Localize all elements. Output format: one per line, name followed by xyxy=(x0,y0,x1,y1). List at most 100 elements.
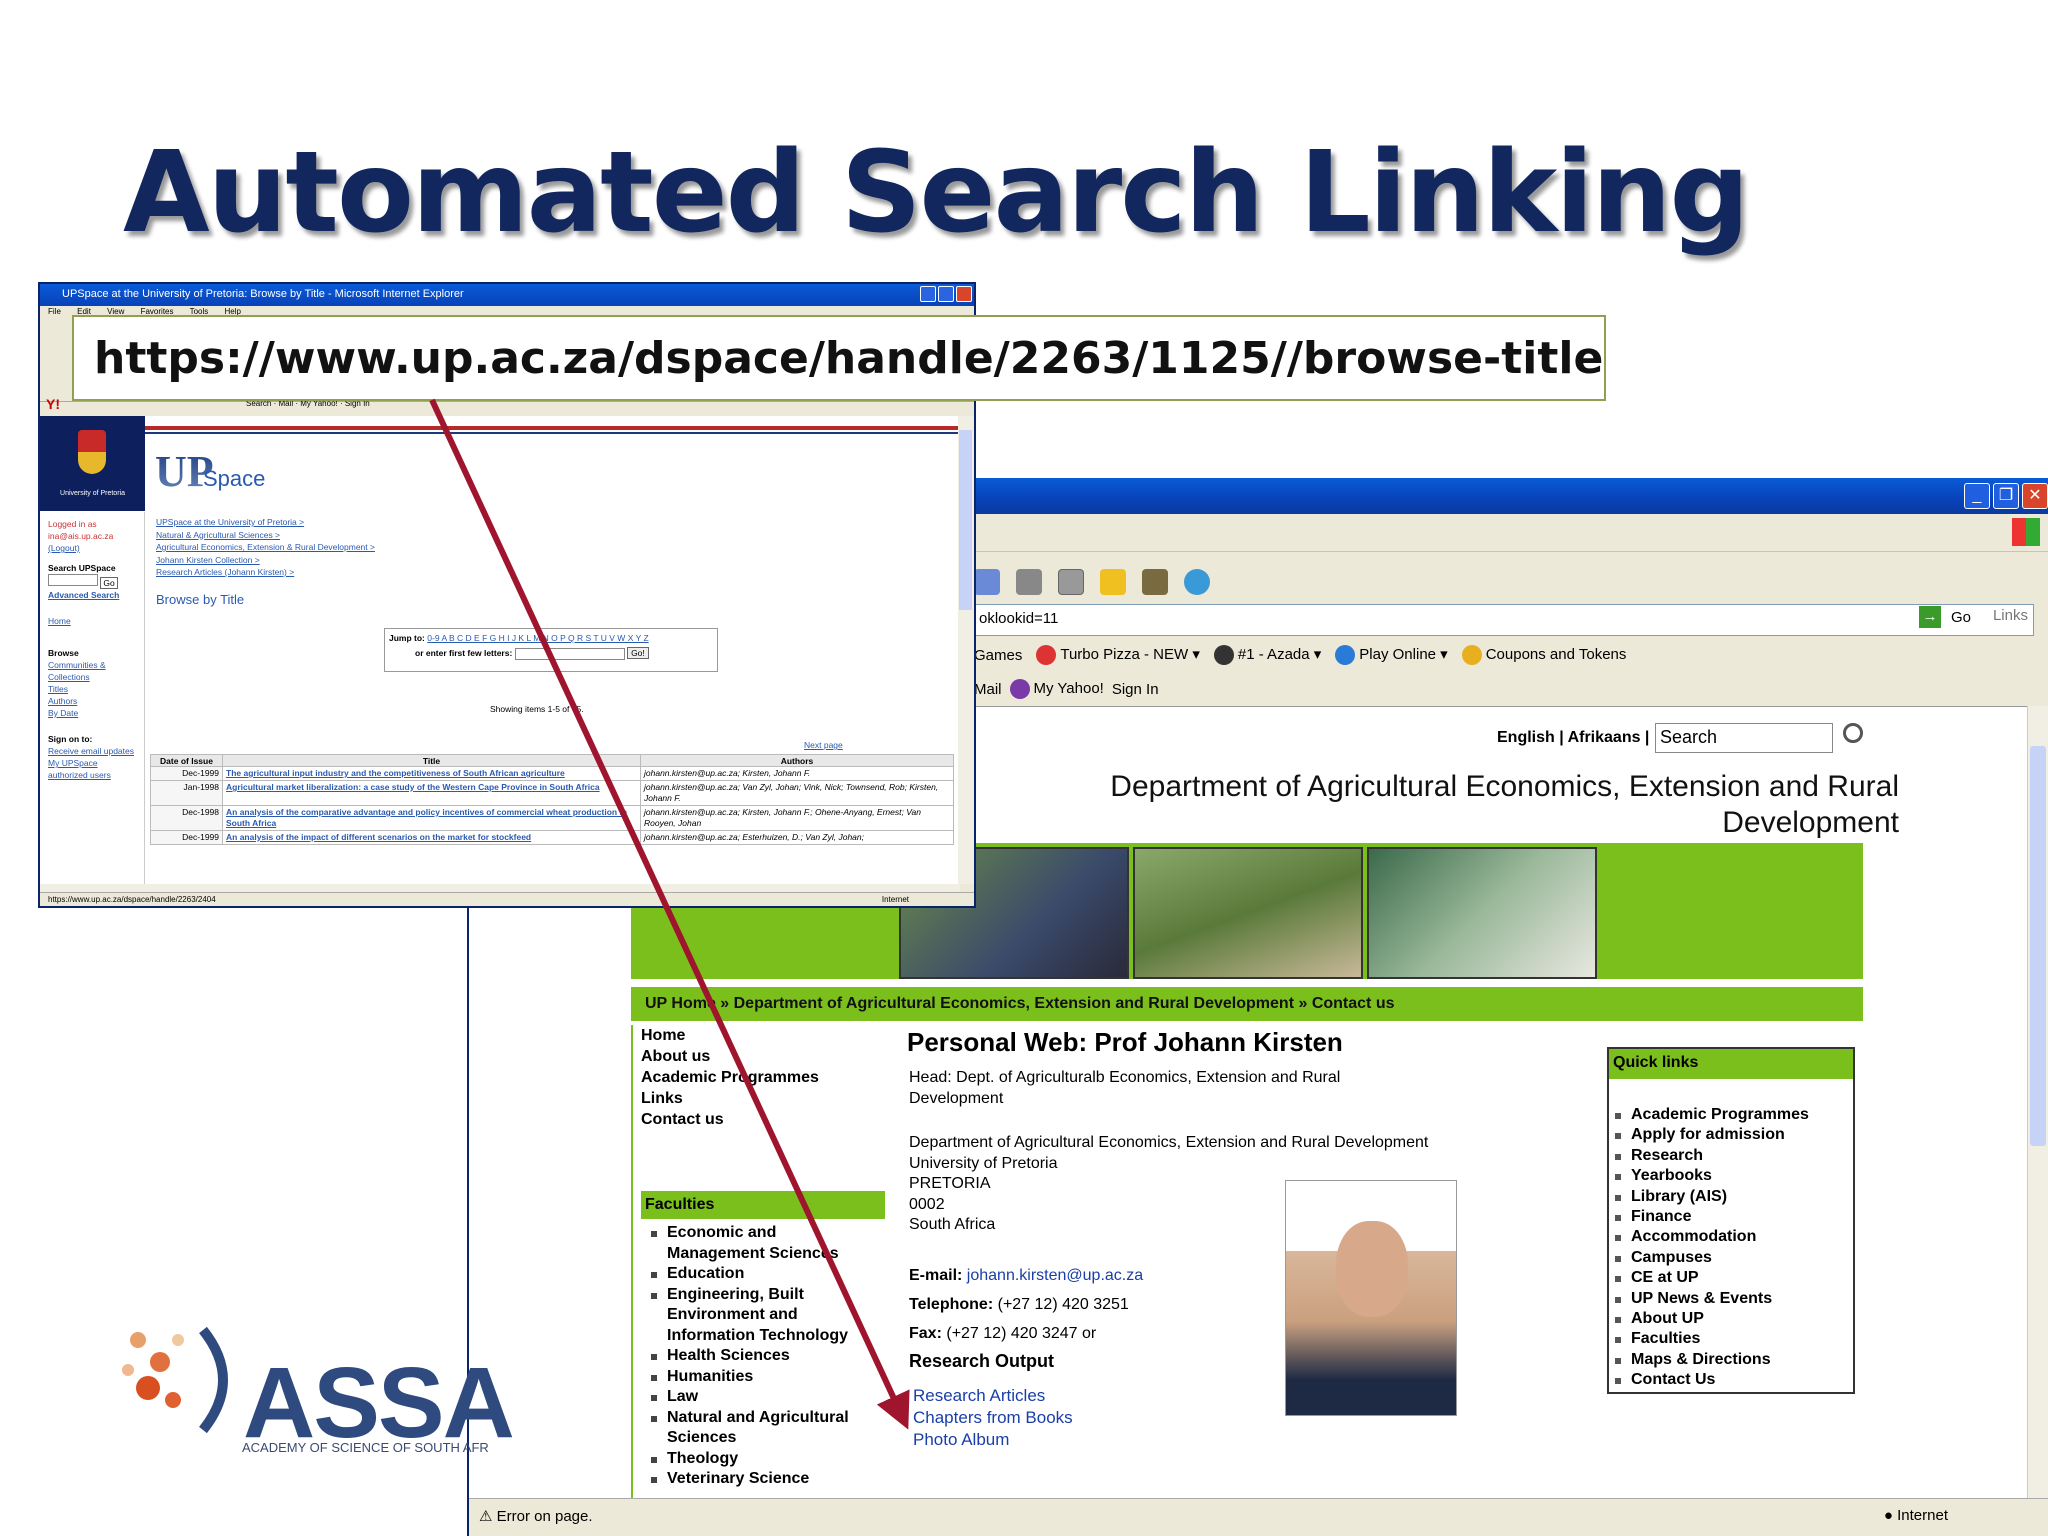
quick-link[interactable]: Library (AIS) xyxy=(1609,1187,1853,1207)
my-yahoo-link[interactable]: My Yahoo! xyxy=(1009,679,1104,699)
toolbar-item[interactable]: Coupons and Tokens xyxy=(1461,645,1626,665)
word-icon[interactable] xyxy=(1058,569,1084,595)
phone-label: Telephone: xyxy=(909,1296,994,1313)
title-link[interactable]: An analysis of the comparative advantage… xyxy=(222,805,641,831)
photo-album-link[interactable]: Photo Album xyxy=(913,1429,1073,1451)
breadcrumb-item[interactable]: Agricultural Economics, Extension & Rura… xyxy=(156,541,956,554)
fax-value: (+27 12) 420 3247 or xyxy=(946,1325,1097,1342)
faculty-item[interactable]: Engineering, Built Environment and Infor… xyxy=(647,1285,867,1347)
print-icon[interactable] xyxy=(1016,569,1042,595)
faculty-item[interactable]: Law xyxy=(647,1387,867,1408)
breadcrumb-item[interactable]: Research Articles (Johann Kirsten) > xyxy=(156,566,956,579)
close-button[interactable]: ✕ xyxy=(2022,483,2048,509)
quick-link[interactable]: Academic Programmes xyxy=(1609,1105,1853,1125)
portrait-photo xyxy=(1285,1180,1457,1416)
nav-programmes[interactable]: Academic Programmes xyxy=(641,1067,819,1088)
sign-in-link[interactable]: Sign In xyxy=(1112,681,1159,698)
close-button[interactable] xyxy=(956,286,972,302)
my-upspace-link[interactable]: My UPSpace xyxy=(48,757,136,769)
nav-links[interactable]: Links xyxy=(641,1088,819,1109)
search-icon[interactable] xyxy=(1843,723,1863,743)
scroll-thumb[interactable] xyxy=(959,430,972,610)
faculty-item[interactable]: Humanities xyxy=(647,1367,867,1388)
note-icon[interactable] xyxy=(1100,569,1126,595)
email-updates-link[interactable]: Receive email updates xyxy=(48,745,136,757)
language-switch: English | Afrikaans | xyxy=(1497,729,1650,746)
title-link[interactable]: An analysis of the impact of different s… xyxy=(222,830,641,845)
vertical-scrollbar[interactable] xyxy=(2027,706,2048,1498)
afrikaans-link[interactable]: Afrikaans xyxy=(1568,729,1641,746)
by-date-link[interactable]: By Date xyxy=(48,707,136,719)
breadcrumb-item[interactable]: Natural & Agricultural Sciences > xyxy=(156,529,956,542)
quick-link[interactable]: Finance xyxy=(1609,1207,1853,1227)
minimize-button[interactable]: _ xyxy=(1964,483,1990,509)
title-link[interactable]: The agricultural input industry and the … xyxy=(222,766,641,781)
search-input[interactable] xyxy=(48,574,98,586)
messenger-icon[interactable] xyxy=(1184,569,1210,595)
faculty-item[interactable]: Health Sciences xyxy=(647,1346,867,1367)
faculty-item[interactable]: Education xyxy=(647,1264,867,1285)
home-link[interactable]: Home xyxy=(48,615,136,627)
scroll-thumb[interactable] xyxy=(2030,746,2046,1146)
faculty-item[interactable]: Natural and Agricultural Sciences xyxy=(647,1408,867,1449)
nav-contact[interactable]: Contact us xyxy=(641,1109,819,1130)
table-header-row: Date of Issue Title Authors xyxy=(150,754,954,767)
quick-link[interactable]: Yearbooks xyxy=(1609,1166,1853,1186)
quick-link[interactable]: Research xyxy=(1609,1146,1853,1166)
quick-link[interactable]: Contact Us xyxy=(1609,1370,1853,1390)
advanced-search-link[interactable]: Advanced Search xyxy=(48,589,136,601)
links-label[interactable]: Links xyxy=(1993,607,2028,624)
logout-link[interactable]: (Logout) xyxy=(48,542,136,554)
go-button[interactable]: Go! xyxy=(627,647,649,659)
address-bar[interactable]: oklookid=11 xyxy=(974,604,2034,636)
nav-about[interactable]: About us xyxy=(641,1046,819,1067)
go-button[interactable]: Go xyxy=(100,577,118,589)
chapters-link[interactable]: Chapters from Books xyxy=(913,1407,1073,1429)
email-link[interactable]: johann.kirsten@up.ac.za xyxy=(967,1267,1143,1284)
letters-input[interactable] xyxy=(514,647,625,660)
breadcrumb-item[interactable]: UPSpace at the University of Pretoria > xyxy=(156,516,956,529)
jump-letters[interactable]: 0-9 A B C D E F G H I J K L M N O P Q R … xyxy=(427,633,648,643)
minimize-button[interactable] xyxy=(920,286,936,302)
titles-link[interactable]: Titles xyxy=(48,683,136,695)
quick-link[interactable]: Accommodation xyxy=(1609,1227,1853,1247)
mail-icon[interactable] xyxy=(974,569,1000,595)
quick-link[interactable]: UP News & Events xyxy=(1609,1289,1853,1309)
toolbar-item[interactable]: Games xyxy=(974,647,1022,664)
authorized-users-link[interactable]: authorized users xyxy=(48,769,136,781)
breadcrumb-item[interactable]: Johann Kirsten Collection > xyxy=(156,554,956,567)
vertical-scrollbar[interactable] xyxy=(958,416,974,884)
quick-link[interactable]: Campuses xyxy=(1609,1248,1853,1268)
research-articles-link[interactable]: Research Articles xyxy=(913,1385,1073,1407)
department-title: Department of Agricultural Economics, Ex… xyxy=(1110,770,1899,839)
go-button[interactable]: → Go xyxy=(1919,606,1971,628)
next-page-link[interactable]: Next page xyxy=(804,740,843,750)
restore-button[interactable] xyxy=(938,286,954,302)
horizontal-scrollbar[interactable] xyxy=(40,884,960,892)
search-input[interactable]: Search xyxy=(1655,723,1833,753)
authors-cell: johann.kirsten@up.ac.za; Kirsten, Johann… xyxy=(640,766,954,781)
communities-link[interactable]: Communities & Collections xyxy=(48,659,136,683)
faculty-item[interactable]: Theology xyxy=(647,1449,867,1470)
nav-home[interactable]: Home xyxy=(641,1025,819,1046)
title-link[interactable]: Agricultural market liberalization: a ca… xyxy=(222,780,641,806)
left-sidebar: Logged in as ina@ais.up.ac.za (Logout) S… xyxy=(40,512,145,884)
quick-link[interactable]: Apply for admission xyxy=(1609,1125,1853,1145)
breadcrumb[interactable]: UP Home » Department of Agricultural Eco… xyxy=(631,987,1863,1021)
restore-button[interactable]: ❐ xyxy=(1993,483,2019,509)
menu-file[interactable]: File xyxy=(48,307,61,316)
quick-link[interactable]: About UP xyxy=(1609,1309,1853,1329)
mail-link[interactable]: Mail xyxy=(974,681,1002,698)
toolbar-item[interactable]: Turbo Pizza - NEW ▾ xyxy=(1036,645,1200,666)
faculty-item[interactable]: Economic and Management Sciences xyxy=(647,1223,867,1264)
research-icon[interactable] xyxy=(1142,569,1168,595)
quick-link[interactable]: Maps & Directions xyxy=(1609,1350,1853,1370)
authors-link[interactable]: Authors xyxy=(48,695,136,707)
faculty-item[interactable]: Veterinary Science xyxy=(647,1469,867,1490)
toolbar-item[interactable]: Play Online ▾ xyxy=(1335,645,1448,666)
phone-value: (+27 12) 420 3251 xyxy=(997,1296,1129,1313)
english-link[interactable]: English xyxy=(1497,729,1555,746)
quick-link[interactable]: Faculties xyxy=(1609,1329,1853,1349)
quick-link[interactable]: CE at UP xyxy=(1609,1268,1853,1288)
toolbar-item[interactable]: #1 - Azada ▾ xyxy=(1213,645,1321,666)
